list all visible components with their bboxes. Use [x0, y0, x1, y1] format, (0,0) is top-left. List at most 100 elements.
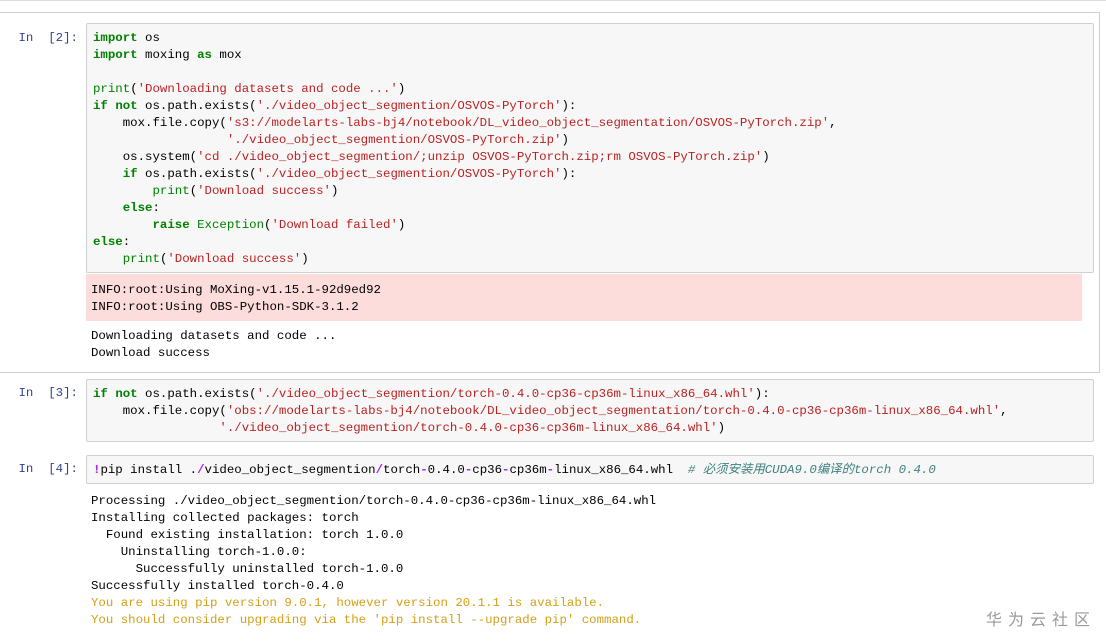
- watermark-logo-text: 华为云社区: [986, 610, 1097, 629]
- code-line: print('Downloading datasets and code ...…: [93, 81, 1093, 98]
- output-line: Successfully uninstalled torch-1.0.0: [91, 562, 404, 576]
- code-token: ): [330, 184, 339, 198]
- code-token: -: [420, 463, 428, 477]
- code-token: (: [189, 184, 198, 198]
- code-block: import os import moxing as mox print('Dow…: [93, 30, 1093, 268]
- notebook-cell-3[interactable]: In [3]: if not os.path.exists('./video_o…: [0, 379, 1100, 445]
- code-token: mox: [212, 48, 242, 62]
- code-token: cp36: [472, 463, 503, 477]
- cell-prompt: In [4]:: [18, 462, 79, 476]
- code-token: 'Download failed': [271, 218, 398, 232]
- code-token: './video_object_segmention/OSVOS-PyTorch…: [226, 133, 562, 147]
- code-input[interactable]: !pip install ./video_object_segmention/t…: [86, 455, 1094, 484]
- code-token: if: [93, 387, 108, 401]
- code-token: else: [122, 201, 153, 215]
- code-token: mox.file.copy(: [93, 404, 227, 418]
- code-line: !pip install ./video_object_segmention/t…: [93, 462, 1093, 479]
- output-line: INFO:root:Using OBS-Python-SDK-3.1.2: [91, 300, 359, 314]
- code-input[interactable]: if not os.path.exists( './video_object_se…: [86, 379, 1094, 442]
- code-token: mox.file.copy(: [93, 116, 227, 130]
- code-token: ): [301, 252, 309, 266]
- output-line: Download success: [91, 346, 210, 360]
- code-token: print: [93, 82, 131, 96]
- output-line: INFO:root:Using MoXing-v1.15.1-92d9ed92: [91, 283, 381, 297]
- code-token: not: [115, 387, 138, 401]
- code-token: moxing: [137, 48, 198, 62]
- code-block: !pip install ./video_object_segmention/t…: [93, 462, 1093, 479]
- code-line: else:: [93, 234, 1093, 251]
- code-token: torch: [383, 463, 421, 477]
- code-token: './video_object_segmention/OSVOS-PyTorch…: [256, 167, 562, 181]
- code-token: os.path.exists(: [137, 167, 257, 181]
- code-token: not: [115, 99, 138, 113]
- code-token: 'Download success': [167, 252, 302, 266]
- code-token: 0.4.0: [427, 463, 465, 477]
- code-token: ,: [1000, 404, 1008, 418]
- code-token: # 必须安装用CUDA9.0编译的torch 0.4.0: [687, 463, 936, 477]
- notebook-cell-2[interactable]: In [2]: import os import moxing as mox pr…: [0, 12, 1100, 373]
- code-token: print: [152, 184, 190, 198]
- code-token: cp36m: [509, 463, 547, 477]
- code-input[interactable]: import os import moxing as mox print('Dow…: [86, 23, 1094, 273]
- code-line: else:: [93, 200, 1093, 217]
- code-token: else: [93, 235, 123, 249]
- stdout-lines: Processing ./video_object_segmention/tor…: [91, 493, 1094, 595]
- code-token: linux_x86_64.whl: [554, 463, 688, 477]
- code-token: ): [561, 133, 569, 147]
- output-line: Found existing installation: torch 1.0.0: [91, 528, 404, 542]
- code-token: :: [152, 201, 160, 215]
- top-rule: [0, 0, 1106, 1]
- code-line: import os: [93, 30, 1093, 47]
- code-line: mox.file.copy('s3://modelarts-labs-bj4/n…: [93, 115, 1093, 132]
- code-line: if not os.path.exists('./video_object_se…: [93, 98, 1093, 115]
- code-token: 'cd ./video_object_segmention/;unzip OSV…: [197, 150, 763, 164]
- code-token: ): [762, 150, 770, 164]
- code-line: print('Download success'): [93, 183, 1093, 200]
- code-token: video_object_segmention: [204, 463, 376, 477]
- code-token: if: [122, 167, 138, 181]
- code-line: raise Exception('Download failed'): [93, 217, 1093, 234]
- code-block: if not os.path.exists( './video_object_se…: [93, 386, 1093, 437]
- code-line: if not os.path.exists('./video_object_se…: [93, 386, 1093, 403]
- code-token: -: [546, 463, 555, 477]
- code-token: (: [130, 82, 138, 96]
- output-line: Processing ./video_object_segmention/tor…: [91, 494, 657, 508]
- code-token: pip install .: [100, 463, 198, 477]
- code-token: if: [93, 99, 108, 113]
- code-token: import: [93, 31, 138, 45]
- stderr-output: INFO:root:Using MoXing-v1.15.1-92d9ed92 I…: [86, 274, 1082, 321]
- code-token: os.path.exists(: [137, 99, 257, 113]
- notebook-cell-4[interactable]: In [4]: !pip install ./video_object_segm…: [0, 455, 1100, 635]
- code-token: /: [197, 463, 205, 477]
- code-token: Exception: [197, 218, 265, 232]
- output-line: You are using pip version 9.0.1, however…: [91, 596, 605, 610]
- code-token: :: [122, 235, 131, 249]
- stderr-lines: INFO:root:Using MoXing-v1.15.1-92d9ed92 I…: [91, 282, 1082, 316]
- code-token: 'obs://modelarts-labs-bj4/notebook/DL_vi…: [226, 404, 1001, 418]
- code-token: /: [375, 463, 384, 477]
- code-token: ): [717, 421, 726, 435]
- stdout-output: Downloading datasets and code ... Downloa…: [86, 328, 1094, 368]
- output-line: You should consider upgrading via the 'p…: [91, 613, 642, 627]
- code-token: './video_object_segmention/OSVOS-PyTorch…: [256, 99, 562, 113]
- code-token: os.path.exists(: [137, 387, 257, 401]
- code-line: import moxing as mox: [93, 47, 1093, 64]
- code-line: os.system('cd ./video_object_segmention/…: [93, 149, 1093, 166]
- code-token: as: [197, 48, 212, 62]
- code-token: 'Download success': [197, 184, 331, 198]
- code-token: './video_object_segmention/torch-0.4.0-c…: [219, 421, 718, 435]
- code-token: 's3://modelarts-labs-bj4/notebook/DL_vid…: [226, 116, 830, 130]
- code-line: print('Download success'): [93, 251, 1093, 268]
- code-token: ): [397, 82, 406, 96]
- output-line: Installing collected packages: torch: [91, 511, 359, 525]
- output-line: Successfully installed torch-0.4.0: [91, 579, 344, 593]
- code-line: './video_object_segmention/torch-0.4.0-c…: [93, 420, 1093, 437]
